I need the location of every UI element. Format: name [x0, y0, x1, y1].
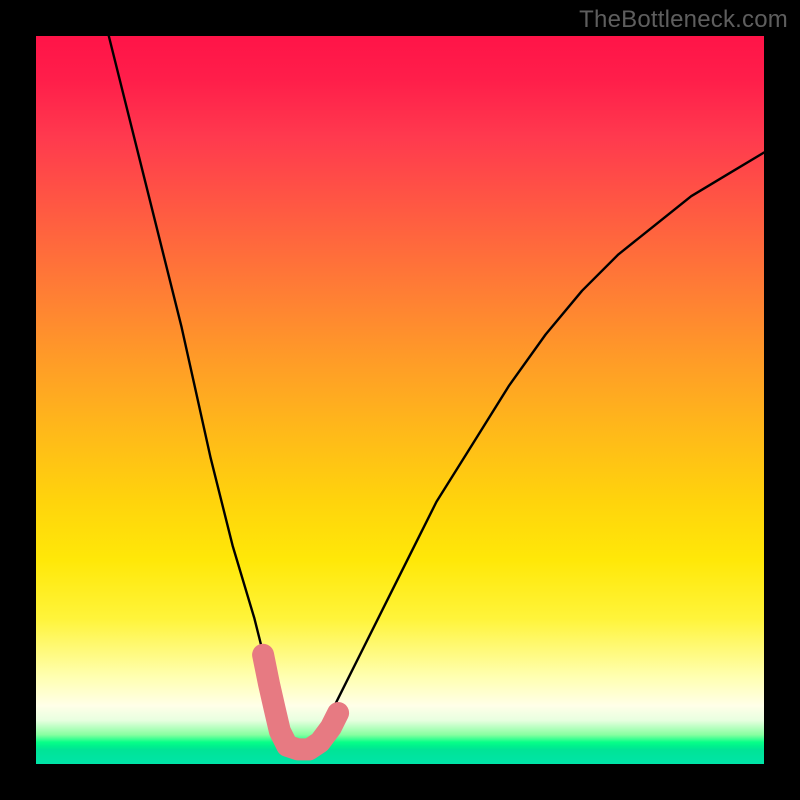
highlight-range	[263, 655, 338, 750]
chart-frame: TheBottleneck.com	[0, 0, 800, 800]
plot-area	[36, 36, 764, 764]
bottleneck-curve	[109, 36, 764, 749]
watermark-text: TheBottleneck.com	[579, 6, 788, 34]
highlight-stroke	[263, 655, 338, 750]
curve-layer	[36, 36, 764, 764]
